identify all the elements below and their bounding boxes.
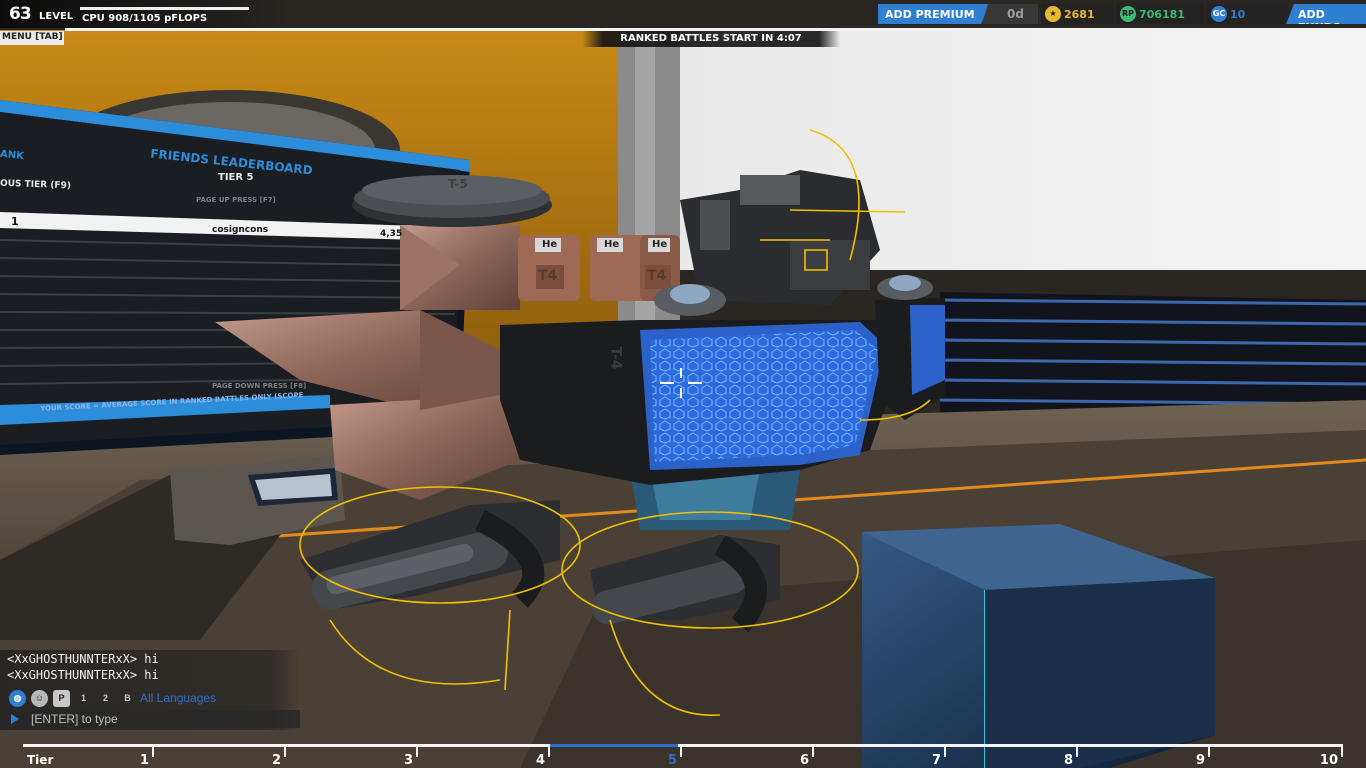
add-premium-button[interactable]: ADD PREMIUM xyxy=(878,4,990,24)
language-filter[interactable]: All Languages xyxy=(140,691,216,705)
add-funds-button[interactable]: ADD FUNDS xyxy=(1286,4,1366,24)
tier-1[interactable]: 1 xyxy=(23,747,154,768)
tier-9[interactable]: 9 xyxy=(1078,747,1210,768)
player-level: 63 LEVEL CPU 908/1105 pFLOPS xyxy=(0,0,290,28)
ranked-battles-banner: RANKED BATTLES START IN 4:07 xyxy=(582,31,840,47)
tank-label-2: T4 xyxy=(647,268,667,284)
chat-input[interactable]: [ENTER] to type xyxy=(0,710,300,728)
cpu-bar xyxy=(80,7,249,10)
chat-message: <XxGHOSTHUNNTERxX> hi xyxy=(7,652,159,666)
globe-icon[interactable]: ◍ xyxy=(9,690,26,707)
premium-days: 0d xyxy=(982,4,1038,24)
gc-value: 10 xyxy=(1230,8,1246,21)
gc-balance: GC 10 xyxy=(1207,4,1289,24)
dome-tier-label: T-5 xyxy=(448,177,468,191)
chat-panel: <XxGHOSTHUNNTERxX> hi <XxGHOSTHUNNTERxX>… xyxy=(0,650,300,730)
robits-icon: RP xyxy=(1120,6,1136,22)
star-icon: ★ xyxy=(1045,6,1061,22)
tier-7[interactable]: 7 xyxy=(814,747,946,768)
level-word: LEVEL xyxy=(39,11,74,22)
leaderboard-rank-header: ANK xyxy=(0,148,25,163)
currency-bar: ADD PREMIUM 0d ★ 2681 RP 706181 GC 10 AD… xyxy=(876,0,1366,28)
play-icon xyxy=(11,714,19,724)
team-2-icon[interactable]: 2 xyxy=(97,690,114,707)
tier-8[interactable]: 8 xyxy=(946,747,1078,768)
tier-2[interactable]: 2 xyxy=(154,747,286,768)
top-hud: 63 LEVEL CPU 908/1105 pFLOPS ADD PREMIUM… xyxy=(0,0,1366,31)
cpu-readout: CPU 908/1105 pFLOPS xyxy=(82,13,208,24)
gc-icon: GC xyxy=(1211,6,1227,22)
tank-badge-1: He xyxy=(542,239,558,250)
robits-value: 706181 xyxy=(1139,8,1185,21)
team-b-icon[interactable]: B xyxy=(119,690,136,707)
tier-6[interactable]: 6 xyxy=(682,747,814,768)
leaderboard-tier: TIER 5 xyxy=(218,172,254,183)
chat-input-placeholder: [ENTER] to type xyxy=(31,712,118,726)
stars-balance: ★ 2681 xyxy=(1041,4,1113,24)
robits-balance: RP 706181 xyxy=(1116,4,1204,24)
team-1-icon[interactable]: 1 xyxy=(75,690,92,707)
tier-10[interactable]: 10 xyxy=(1210,747,1343,768)
tier-4[interactable]: 4 xyxy=(418,747,550,768)
chat-message: <XxGHOSTHUNNTERxX> hi xyxy=(7,668,159,682)
armor-tier-label: T-4 xyxy=(607,346,624,370)
leaderboard-player: cosigncons xyxy=(212,225,269,235)
leaderboard-page-up: PAGE UP PRESS [F7] xyxy=(196,196,276,204)
tank-badge-3: He xyxy=(652,239,668,250)
tier-5[interactable]: 5 xyxy=(550,747,682,768)
leaderboard-rank-value: 1 xyxy=(11,215,19,228)
tier-3[interactable]: 3 xyxy=(286,747,418,768)
party-icon[interactable]: P xyxy=(53,690,70,707)
person-icon[interactable]: ☺ xyxy=(31,690,48,707)
leaderboard-page-down: PAGE DOWN PRESS [F8] xyxy=(212,382,307,390)
level-number: 63 xyxy=(9,4,32,24)
tank-label-1: T4 xyxy=(538,268,558,284)
tank-badge-2: He xyxy=(604,239,620,250)
tier-bar: Tier 1 2 3 4 5 6 7 8 9 10 xyxy=(23,740,1343,768)
stars-value: 2681 xyxy=(1064,8,1095,21)
crosshair-icon xyxy=(660,368,704,398)
leaderboard-score: 4,35 xyxy=(380,229,403,239)
menu-button[interactable]: MENU [TAB] xyxy=(0,31,64,45)
